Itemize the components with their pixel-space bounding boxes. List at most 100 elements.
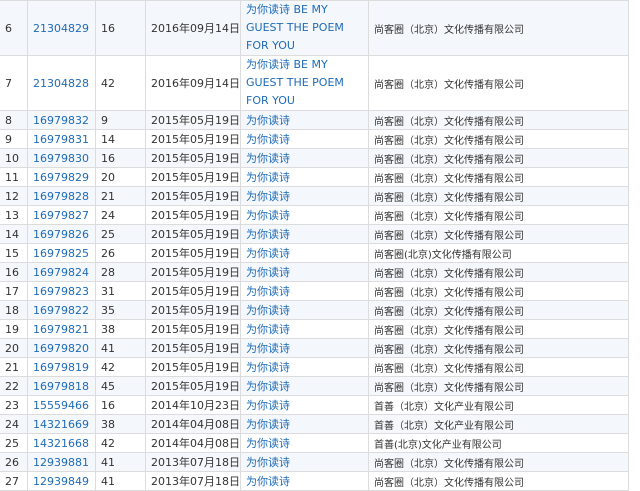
trademark-name-link-cell: 为你读诗 BE MY GUEST THE POEM FOR YOU xyxy=(240,0,369,56)
registration-number-link[interactable]: 12939849 xyxy=(33,475,89,488)
table-row: 18 16979822 35 2015年05月19日 为你读诗 尚客圈（北京）文化传播有限… xyxy=(0,300,629,320)
trademark-name-link[interactable]: 为你读诗 xyxy=(246,209,290,222)
row-index: 16 xyxy=(5,265,19,279)
row-index: 17 xyxy=(5,284,19,298)
trademark-name-link[interactable]: 为你读诗 xyxy=(246,152,290,165)
class-number-cell: 42 xyxy=(95,433,146,453)
registration-number-link-cell: 21304828 xyxy=(27,55,96,111)
trademark-name-link[interactable]: 为你读诗 xyxy=(246,475,290,488)
application-date: 2015年05月19日 xyxy=(151,190,240,203)
application-date: 2014年04月08日 xyxy=(151,418,240,431)
trademark-name-link[interactable]: 为你读诗 BE MY GUEST THE POEM FOR YOU xyxy=(246,58,344,107)
applicant-name: 尚客圈（北京）文化传播有限公司 xyxy=(374,287,524,299)
trademark-name-link[interactable]: 为你读诗 xyxy=(246,342,290,355)
application-date-cell: 2016年09月14日 xyxy=(145,0,241,56)
registration-number-link[interactable]: 16979823 xyxy=(33,285,89,298)
trademark-name-link[interactable]: 为你读诗 xyxy=(246,399,290,412)
registration-number-link[interactable]: 16979819 xyxy=(33,361,89,374)
class-number: 9 xyxy=(101,113,108,127)
registration-number-link[interactable]: 16979829 xyxy=(33,171,89,184)
registration-number-link[interactable]: 16979826 xyxy=(33,228,89,241)
trademark-name-link[interactable]: 为你读诗 xyxy=(246,190,290,203)
trademark-name-link[interactable]: 为你读诗 BE MY GUEST THE POEM FOR YOU xyxy=(246,3,344,52)
trademark-name-link[interactable]: 为你读诗 xyxy=(246,228,290,241)
row-index-cell: 23 xyxy=(0,395,28,415)
applicant-name-cell: 尚客圈（北京）文化传播有限公司 xyxy=(368,281,629,301)
table-row: 15 16979825 26 2015年05月19日 为你读诗 尚客圈(北京)文化传播有限… xyxy=(0,243,629,263)
row-index: 19 xyxy=(5,322,19,336)
trademark-name-link[interactable]: 为你读诗 xyxy=(246,133,290,146)
registration-number-link[interactable]: 16979827 xyxy=(33,209,89,222)
applicant-name: 尚客圈（北京）文化传播有限公司 xyxy=(374,230,524,242)
trademark-name-link[interactable]: 为你读诗 xyxy=(246,437,290,450)
registration-number-link-cell: 16979819 xyxy=(27,357,96,377)
registration-number-link[interactable]: 16979825 xyxy=(33,247,89,260)
registration-number-link[interactable]: 21304829 xyxy=(33,22,89,35)
row-index-cell: 7 xyxy=(0,55,28,111)
registration-number-link-cell: 16979821 xyxy=(27,319,96,339)
trademark-name-link[interactable]: 为你读诗 xyxy=(246,380,290,393)
applicant-name-cell: 尚客圈(北京)文化传播有限公司 xyxy=(368,243,629,263)
registration-number-link[interactable]: 15559466 xyxy=(33,399,89,412)
trademark-name-link[interactable]: 为你读诗 xyxy=(246,418,290,431)
trademark-name-link[interactable]: 为你读诗 xyxy=(246,323,290,336)
registration-number-link[interactable]: 16979822 xyxy=(33,304,89,317)
application-date: 2015年05月19日 xyxy=(151,304,240,317)
class-number: 16 xyxy=(101,21,115,35)
registration-number-link[interactable]: 16979824 xyxy=(33,266,89,279)
trademark-name-link[interactable]: 为你读诗 xyxy=(246,361,290,374)
table-row: 23 15559466 16 2014年10月23日 为你读诗 首善（北京）文化产业有限公… xyxy=(0,395,629,415)
registration-number-link[interactable]: 12939881 xyxy=(33,456,89,469)
class-number-cell: 16 xyxy=(95,148,146,168)
registration-number-link[interactable]: 16979820 xyxy=(33,342,89,355)
row-index: 26 xyxy=(5,455,19,469)
applicant-name: 首善（北京）文化产业有限公司 xyxy=(374,420,514,432)
applicant-name: 尚客圈（北京）文化传播有限公司 xyxy=(374,173,524,185)
class-number-cell: 38 xyxy=(95,319,146,339)
registration-number-link[interactable]: 16979832 xyxy=(33,114,89,127)
application-date: 2015年05月19日 xyxy=(151,361,240,374)
trademark-name-link[interactable]: 为你读诗 xyxy=(246,285,290,298)
registration-number-link[interactable]: 21304828 xyxy=(33,77,89,90)
applicant-name: 尚客圈（北京）文化传播有限公司 xyxy=(374,268,524,280)
trademark-name-link[interactable]: 为你读诗 xyxy=(246,114,290,127)
trademark-name-link[interactable]: 为你读诗 xyxy=(246,171,290,184)
application-date: 2015年05月19日 xyxy=(151,323,240,336)
class-number: 20 xyxy=(101,170,115,184)
class-number: 16 xyxy=(101,398,115,412)
row-index-cell: 11 xyxy=(0,167,28,187)
class-number: 41 xyxy=(101,474,115,488)
row-index: 11 xyxy=(5,170,19,184)
trademark-name-link-cell: 为你读诗 xyxy=(240,262,369,282)
registration-number-link[interactable]: 14321669 xyxy=(33,418,89,431)
table-row: 13 16979827 24 2015年05月19日 为你读诗 尚客圈（北京）文化传播有限… xyxy=(0,205,629,225)
row-index: 27 xyxy=(5,474,19,488)
applicant-name-cell: 尚客圈（北京）文化传播有限公司 xyxy=(368,224,629,244)
class-number-cell: 25 xyxy=(95,224,146,244)
trademark-name-link-cell: 为你读诗 xyxy=(240,338,369,358)
trademark-name-link[interactable]: 为你读诗 xyxy=(246,456,290,469)
registration-number-link[interactable]: 16979828 xyxy=(33,190,89,203)
class-number: 28 xyxy=(101,265,115,279)
class-number: 42 xyxy=(101,76,115,90)
class-number: 38 xyxy=(101,322,115,336)
applicant-name: 首善(北京)文化产业有限公司 xyxy=(374,439,502,451)
trademark-name-link-cell: 为你读诗 xyxy=(240,300,369,320)
application-date-cell: 2014年10月23日 xyxy=(145,395,241,415)
trademark-name-link[interactable]: 为你读诗 xyxy=(246,266,290,279)
applicant-name-cell: 尚客圈（北京）文化传播有限公司 xyxy=(368,357,629,377)
trademark-name-link[interactable]: 为你读诗 xyxy=(246,304,290,317)
trademark-name-link[interactable]: 为你读诗 xyxy=(246,247,290,260)
registration-number-link[interactable]: 16979831 xyxy=(33,133,89,146)
application-date: 2015年05月19日 xyxy=(151,171,240,184)
trademark-name-link-cell: 为你读诗 xyxy=(240,148,369,168)
registration-number-link[interactable]: 16979821 xyxy=(33,323,89,336)
row-index: 7 xyxy=(5,76,12,90)
row-index: 22 xyxy=(5,379,19,393)
registration-number-link[interactable]: 14321668 xyxy=(33,437,89,450)
row-index-cell: 8 xyxy=(0,110,28,130)
registration-number-link[interactable]: 16979830 xyxy=(33,152,89,165)
class-number: 41 xyxy=(101,455,115,469)
registration-number-link[interactable]: 16979818 xyxy=(33,380,89,393)
trademark-table: 6 21304829 16 2016年09月14日 为你读诗 BE MY GUEST T… xyxy=(0,0,629,491)
